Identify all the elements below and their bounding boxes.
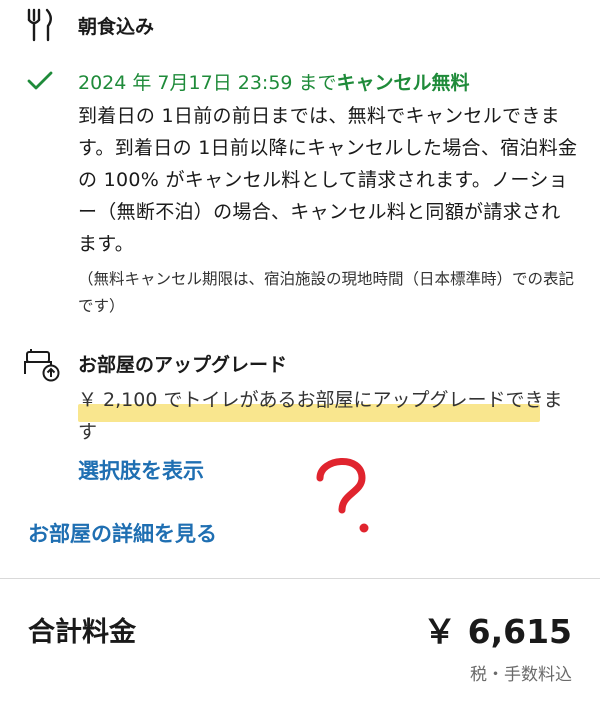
show-options-link[interactable]: 選択肢を表示 xyxy=(78,455,204,485)
cancellation-headline: 2024 年 7月17日 23:59 までキャンセル無料 xyxy=(78,68,470,95)
cancellation-timezone-note: （無料キャンセル期限は、宿泊施設の現地時間（日本標準時）での表記です） xyxy=(78,270,575,315)
divider xyxy=(0,578,600,579)
tax-included-note: 税・手数料込 xyxy=(470,665,572,685)
room-upgrade-description: ￥ 2,100 でトイレがあるお部屋にアップグレードできます xyxy=(78,389,563,443)
room-upgrade-icon xyxy=(24,349,60,382)
total-label: 合計料金 xyxy=(28,617,136,648)
cancellation-deadline: 2024 年 7月17日 23:59 まで xyxy=(78,72,337,94)
free-cancellation-label: キャンセル無料 xyxy=(336,72,470,94)
total-price: ￥ 6,615 xyxy=(423,612,572,651)
cancellation-policy: 到着日の 1日前の前日までは、無料でキャンセルできます。到着日の 1日前以降にキ… xyxy=(78,105,578,255)
room-upgrade-title: お部屋のアップグレード xyxy=(78,354,288,376)
question-mark-annotation xyxy=(316,458,369,533)
checkmark-icon xyxy=(27,71,53,90)
room-details-link[interactable]: お部屋の詳細を見る xyxy=(28,518,217,548)
breakfast-label: 朝食込み xyxy=(78,16,155,38)
utensils-icon xyxy=(27,8,52,42)
